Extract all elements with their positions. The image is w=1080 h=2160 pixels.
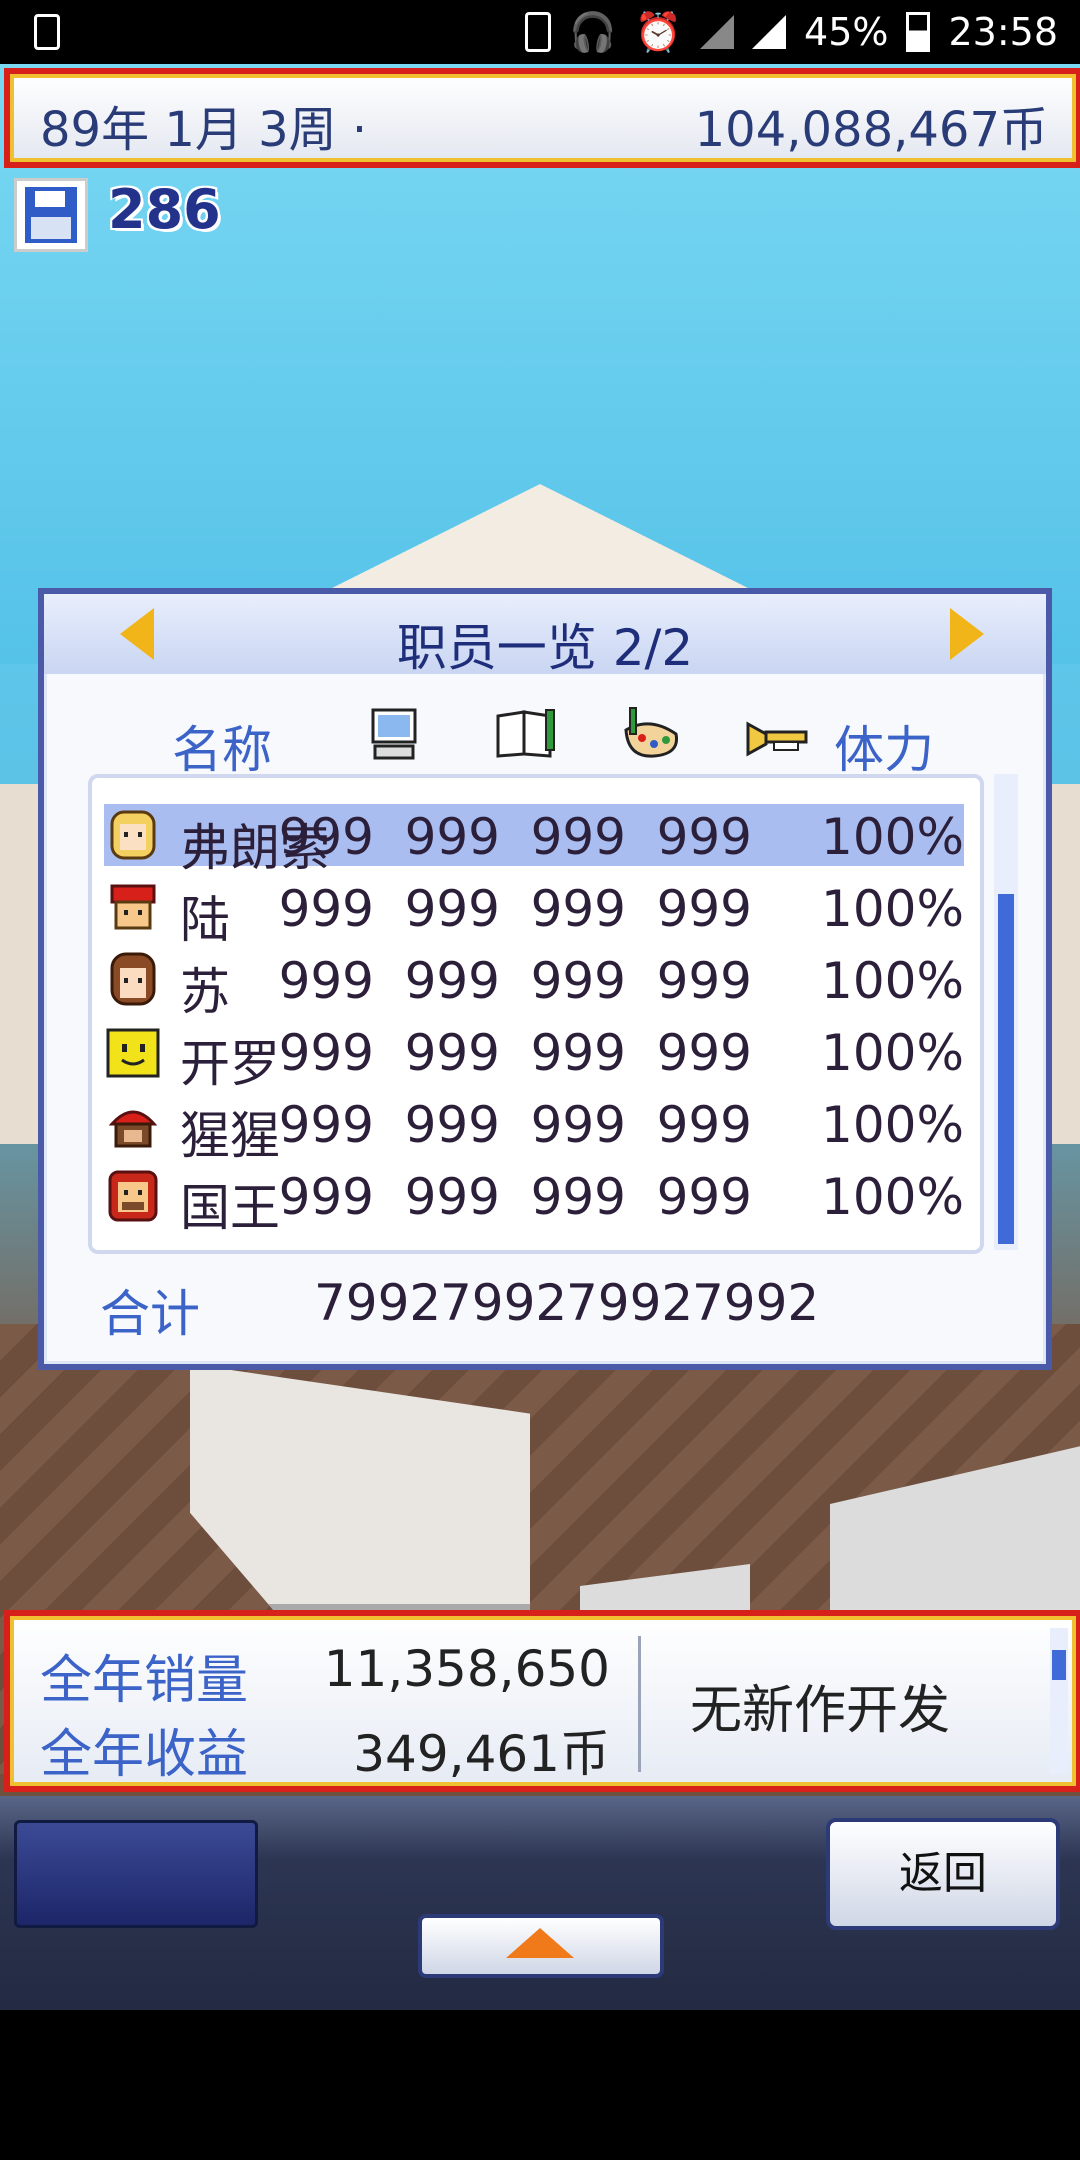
save-button[interactable] (14, 178, 88, 252)
stat-graphics: 999 (530, 952, 626, 1010)
annual-revenue-value: 349,461币 (353, 1725, 610, 1783)
stat-sound: 999 (656, 880, 752, 938)
dialog-title: 职员一览 2/2 (396, 619, 694, 677)
mobile-signal-icon (700, 15, 735, 49)
annual-info-panel: 全年销量 11,358,650 全年收益 349,461币 无新作开发 (4, 1610, 1080, 1792)
annual-revenue-label: 全年收益 (40, 1725, 249, 1785)
stat-scenario: 999 (404, 880, 500, 938)
stat-stamina: 100% (821, 1024, 964, 1082)
staff-avatar-gorilla (108, 1110, 158, 1148)
dialog-header: 职员一览 2/2 (44, 594, 1046, 677)
arrow-up-icon (506, 1928, 574, 1958)
staff-row[interactable]: 苏 999 999 999 999 100% (104, 948, 964, 1021)
battery-percent: 45% (804, 10, 889, 54)
stat-scenario: 999 (404, 1168, 500, 1226)
staff-avatar-su (110, 952, 156, 1006)
status-bar: 🎧 ⏰ 45% 23:58 (0, 0, 1080, 64)
staff-row[interactable]: 陆 999 999 999 999 100% (104, 876, 964, 949)
stat-sound: 999 (656, 952, 752, 1010)
staff-avatar-lu (110, 884, 156, 930)
annual-sales-label: 全年销量 (40, 1651, 249, 1711)
stat-sound: 999 (656, 808, 752, 866)
staff-avatar-king (108, 1170, 158, 1222)
download-notification-icon (34, 14, 60, 50)
stat-stamina: 100% (821, 1096, 964, 1154)
wifi-signal-icon (752, 15, 787, 49)
info-panel-scrollbar[interactable] (1050, 1628, 1068, 1774)
stat-programming: 999 (278, 1024, 374, 1082)
stat-sound: 999 (656, 1024, 752, 1082)
save-count: 286 (108, 178, 221, 241)
total-programming: 7992 (314, 1274, 442, 1332)
staff-row[interactable]: 弗朗索 999 999 999 999 100% (104, 804, 964, 877)
column-header-name[interactable]: 名称 (172, 710, 272, 782)
staff-row[interactable]: 开罗 999 999 999 999 100% (104, 1020, 964, 1093)
stat-scenario: 999 (404, 1024, 500, 1082)
development-status: 无新作开发 (690, 1681, 951, 1741)
staff-name: 陆 (180, 891, 230, 949)
computer-icon[interactable] (369, 706, 419, 762)
stat-stamina: 100% (821, 1168, 964, 1226)
panel-divider (638, 1636, 641, 1772)
menu-slot-button[interactable] (14, 1820, 258, 1928)
book-icon[interactable] (494, 706, 560, 762)
staff-name: 苏 (180, 963, 230, 1021)
column-header-stamina[interactable]: 体力 (834, 710, 934, 782)
stat-graphics: 999 (530, 808, 626, 866)
stat-graphics: 999 (530, 1024, 626, 1082)
staff-row[interactable]: 猩猩 999 999 999 999 100% (104, 1092, 964, 1165)
money-balance: 104,088,467币 (694, 102, 1048, 158)
stat-stamina: 100% (821, 952, 964, 1010)
battery-icon (906, 12, 931, 52)
stat-programming: 999 (278, 952, 374, 1010)
stat-graphics: 999 (530, 880, 626, 938)
floppy-disk-icon (25, 187, 77, 243)
total-label: 合计 (100, 1285, 200, 1343)
system-navigation-bar (0, 2010, 1080, 2160)
total-sound: 7992 (692, 1274, 820, 1332)
status-icons: 🎧 ⏰ 45% 23:58 (525, 0, 1058, 64)
game-date: 89年 1月 3周 · (40, 102, 368, 158)
next-page-arrow-icon[interactable] (950, 608, 984, 660)
art-palette-icon[interactable] (620, 706, 686, 762)
stat-sound: 999 (656, 1096, 752, 1154)
total-scenario: 7992 (440, 1274, 568, 1332)
bottom-controls: 返回 (0, 1796, 1080, 2010)
stat-stamina: 100% (821, 808, 964, 866)
stat-programming: 999 (278, 1168, 374, 1226)
stat-scenario: 999 (404, 808, 500, 866)
stat-programming: 999 (278, 808, 374, 866)
headphones-icon: 🎧 (569, 9, 617, 54)
vibrate-icon (525, 12, 552, 52)
stat-programming: 999 (278, 880, 374, 938)
back-button[interactable]: 返回 (826, 1818, 1060, 1930)
stat-scenario: 999 (404, 952, 500, 1010)
clock: 23:58 (948, 10, 1058, 54)
alarm-icon: ⏰ (634, 9, 683, 54)
staff-avatar-kairo (106, 1028, 160, 1078)
staff-list-scroll-thumb[interactable] (998, 894, 1014, 1244)
total-graphics: 7992 (566, 1274, 694, 1332)
stat-sound: 999 (656, 1168, 752, 1226)
stat-graphics: 999 (530, 1168, 626, 1226)
stat-graphics: 999 (530, 1096, 626, 1154)
trumpet-icon[interactable] (744, 706, 814, 762)
expand-menu-button[interactable] (418, 1914, 664, 1978)
staff-avatar-francois (110, 810, 156, 860)
annual-sales-value: 11,358,650 (323, 1640, 610, 1698)
stat-stamina: 100% (821, 880, 964, 938)
staff-row[interactable]: 国王 999 999 999 999 100% (104, 1164, 964, 1237)
stat-programming: 999 (278, 1096, 374, 1154)
staff-list-dialog: 职员一览 2/2 名称 体力 弗朗索 999 999 999 999 100% … (38, 588, 1052, 1370)
stat-scenario: 999 (404, 1096, 500, 1154)
top-info-bar: 89年 1月 3周 · 104,088,467币 (4, 68, 1080, 168)
